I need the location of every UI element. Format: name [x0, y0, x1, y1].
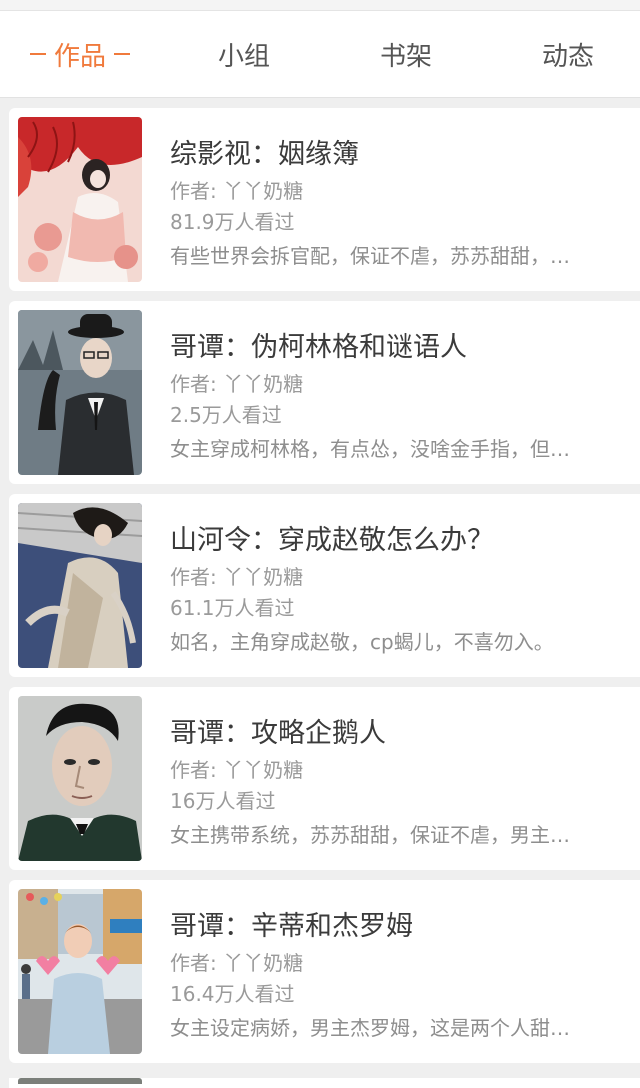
work-author: 作者: 丫丫奶糖: [170, 565, 304, 589]
work-card[interactable]: 哥谭：辛蒂和杰罗姆 作者: 丫丫奶糖 16.4万人看过 女主设定病娇，男主杰罗姆…: [9, 880, 640, 1063]
tab-groups-label: 小组: [217, 41, 270, 72]
work-description: 有些世界会拆官配，保证不虐，苏苏甜甜，…: [170, 244, 570, 268]
work-card[interactable]: 哥谭：攻略企鹅人 作者: 丫丫奶糖 16万人看过 女主携带系统，苏苏甜甜，保证不…: [9, 687, 640, 870]
book-cover-image: [18, 889, 142, 1054]
work-description: 女主设定病娇，男主杰罗姆，这是两个人甜…: [170, 1016, 570, 1040]
work-author: 作者: 丫丫奶糖: [170, 372, 304, 396]
work-title: 综影视：姻缘簿: [170, 139, 359, 170]
work-card[interactable]: 山河令：穿成赵敬怎么办？ 作者: 丫丫奶糖 61.1万人看过 如名，主角穿成赵敬…: [9, 494, 640, 677]
work-description: 女主穿成柯林格，有点怂，没啥金手指，但…: [170, 437, 570, 461]
work-author: 作者: 丫丫奶糖: [170, 179, 304, 203]
book-cover-image: [18, 310, 142, 475]
work-views: 81.9万人看过: [170, 210, 295, 234]
tab-activity[interactable]: 动态: [488, 11, 640, 97]
work-title: 哥谭：辛蒂和杰罗姆: [170, 911, 413, 942]
work-card[interactable]: 综影视：姻缘簿 作者: 丫丫奶糖 81.9万人看过 有些世界会拆官配，保证不虐，…: [9, 108, 640, 291]
tab-activity-label: 动态: [541, 41, 594, 72]
tab-works[interactable]: 作品: [0, 11, 160, 97]
tab-works-label: 作品: [53, 41, 106, 72]
status-bar-strip: [0, 0, 640, 11]
work-description: 女主携带系统，苏苏甜甜，保证不虐，男主…: [170, 823, 570, 847]
work-card[interactable]: 哥谭：伪柯林格和谜语人 作者: 丫丫奶糖 2.5万人看过 女主穿成柯林格，有点怂…: [9, 301, 640, 484]
work-author: 作者: 丫丫奶糖: [170, 951, 304, 975]
tab-groups[interactable]: 小组: [164, 11, 324, 97]
profile-tab-bar: 作品 小组 书架 动态: [0, 11, 640, 98]
tab-bookshelf-label: 书架: [379, 41, 432, 72]
work-views: 2.5万人看过: [170, 403, 282, 427]
work-views: 16.4万人看过: [170, 982, 295, 1006]
work-title: 哥谭：伪柯林格和谜语人: [170, 332, 467, 363]
work-title: 哥谭：攻略企鹅人: [170, 718, 386, 749]
book-cover-image: [18, 696, 142, 861]
active-dash-right: [114, 53, 130, 55]
work-description: 如名，主角穿成赵敬，cp蝎儿，不喜勿入。: [170, 630, 554, 654]
work-author: 作者: 丫丫奶糖: [170, 758, 304, 782]
active-dash-left: [29, 53, 46, 55]
tab-bookshelf[interactable]: 书架: [326, 11, 486, 97]
work-title: 山河令：穿成赵敬怎么办？: [170, 525, 494, 556]
book-cover-image: [18, 503, 142, 668]
work-views: 61.1万人看过: [170, 596, 295, 620]
book-cover-image: [18, 117, 142, 282]
next-card-cover-peek: [18, 1078, 142, 1084]
work-views: 16万人看过: [170, 789, 276, 813]
